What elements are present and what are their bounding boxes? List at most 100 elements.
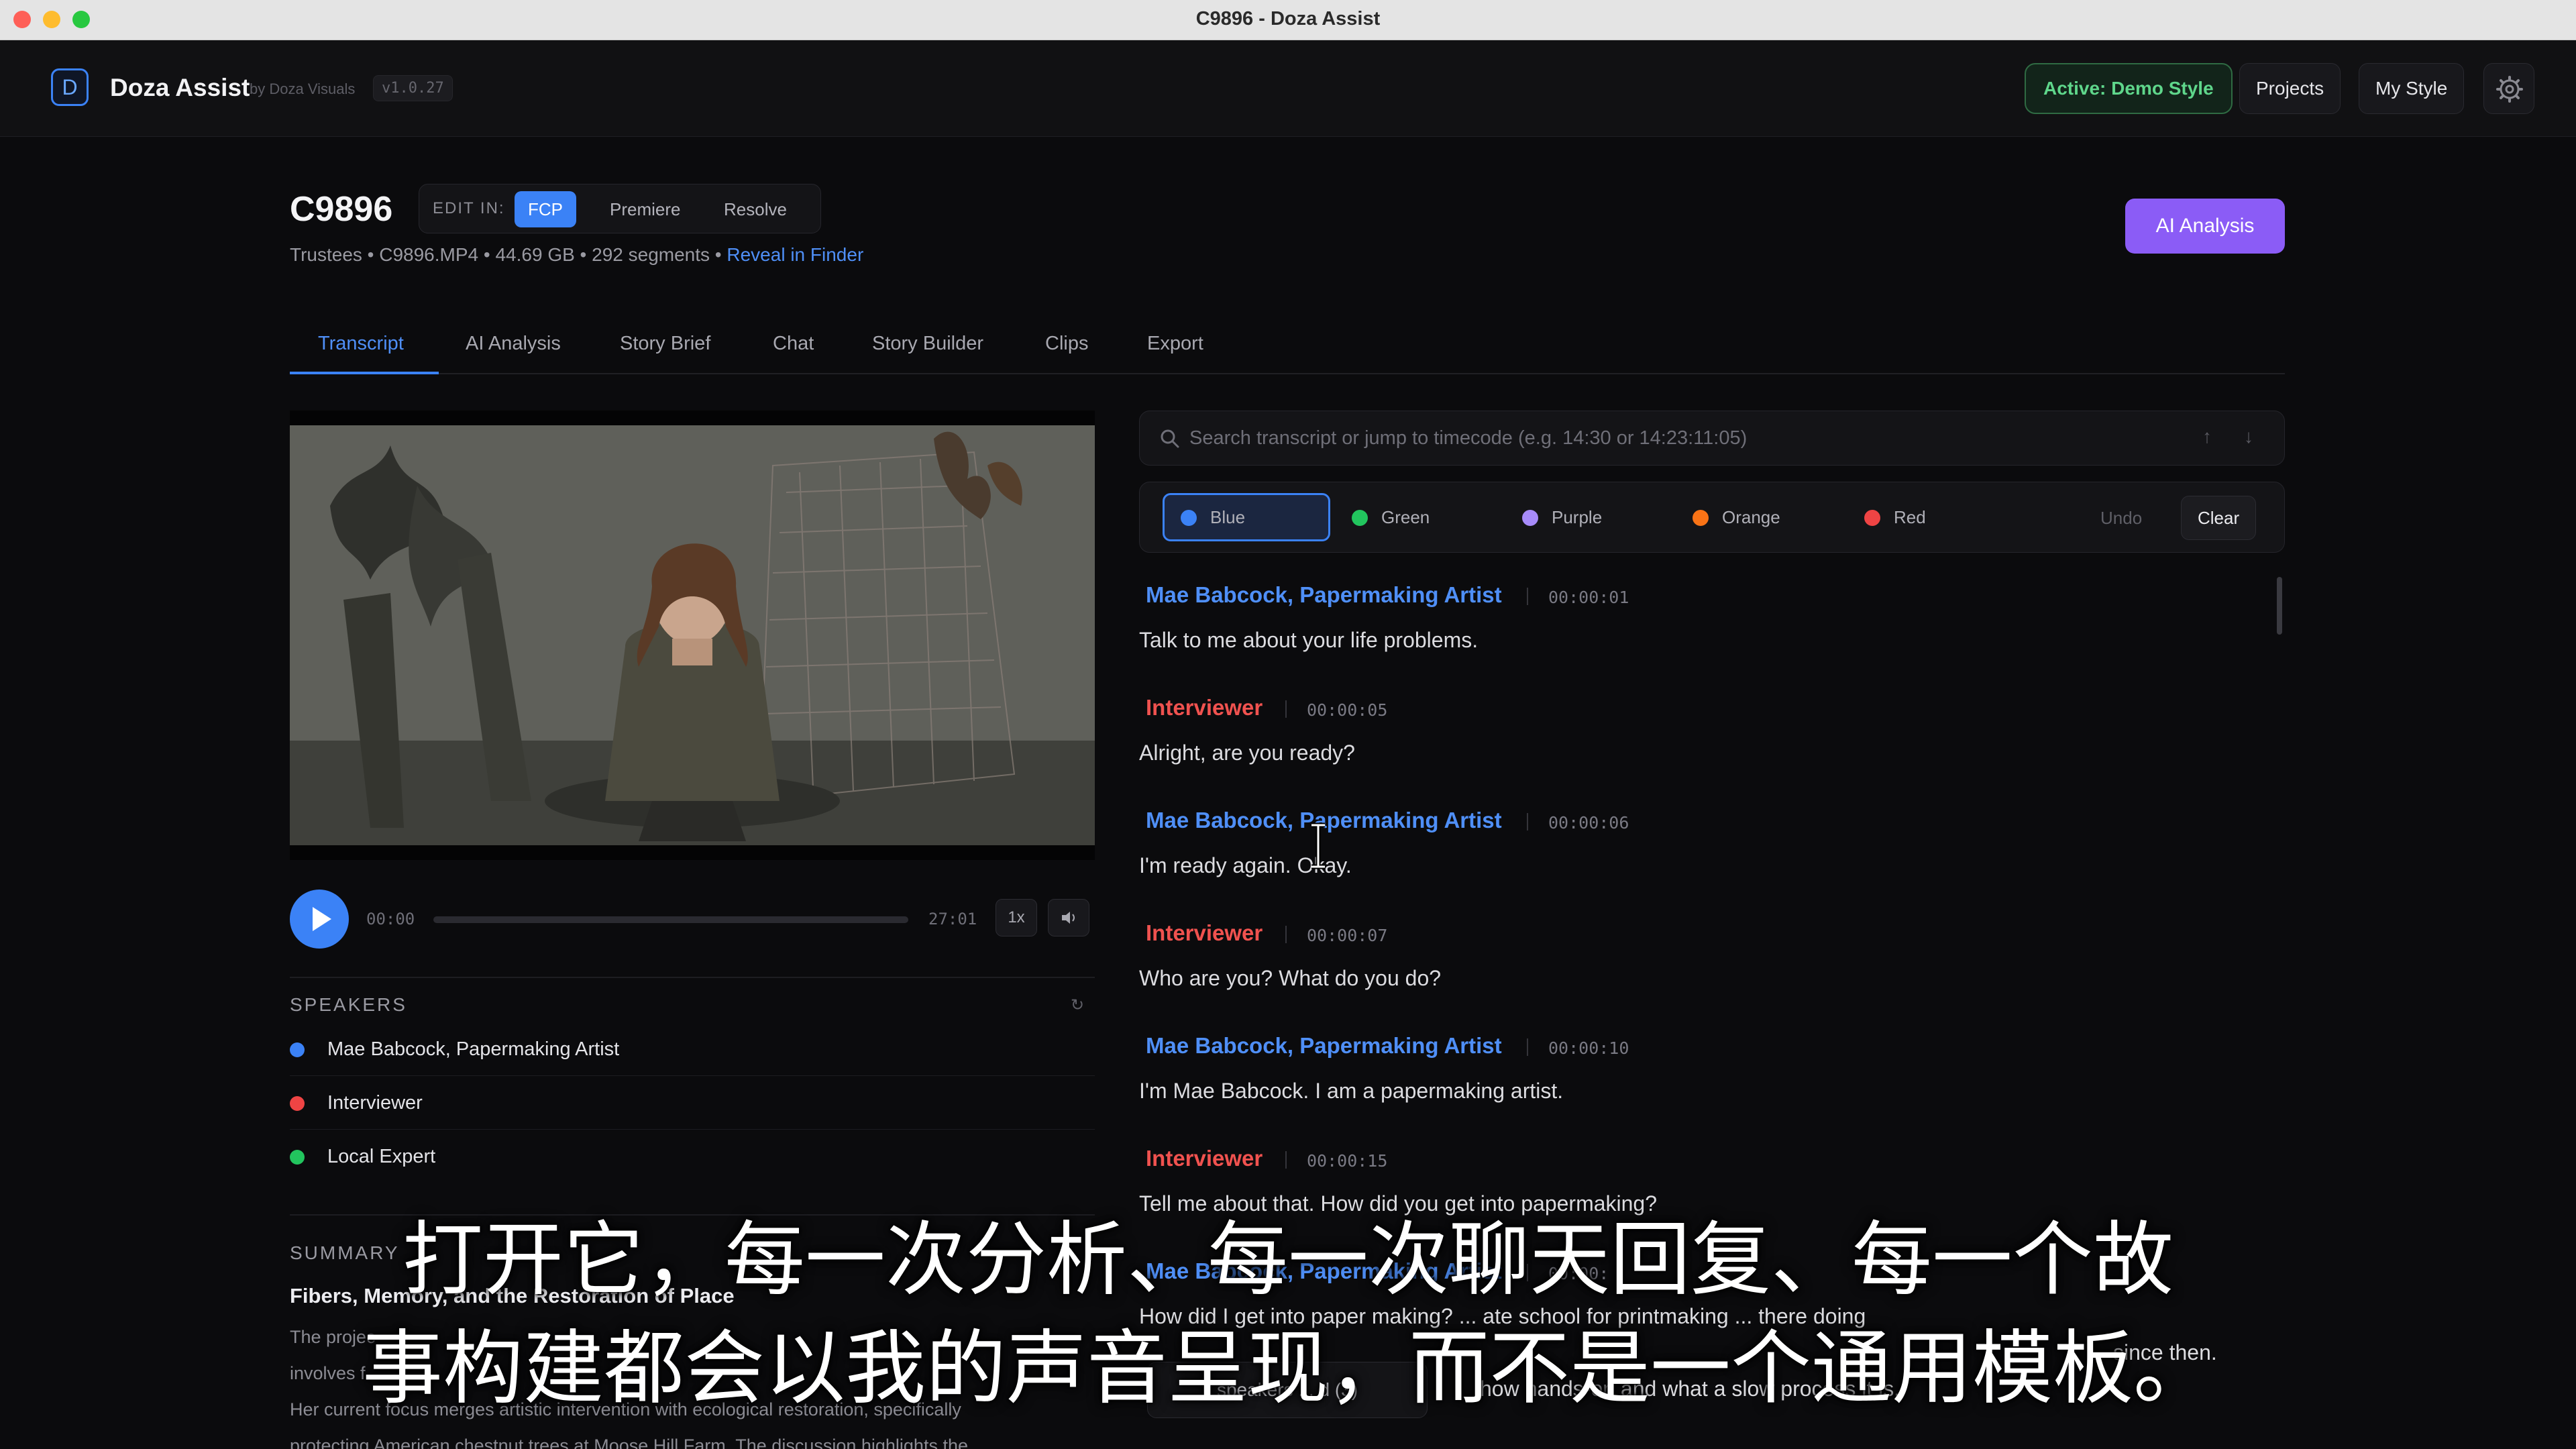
tab-clips[interactable]: Clips — [1045, 333, 1088, 355]
text-cursor-icon — [1311, 822, 1325, 869]
orange-dot — [1693, 510, 1709, 526]
search-prev-icon[interactable]: ↑ — [2202, 426, 2212, 447]
app-name: Doza Assist — [110, 74, 250, 101]
entry-timecode[interactable]: 00:00:15 — [1307, 1151, 1387, 1171]
purple-dot — [1522, 510, 1538, 526]
undo-button[interactable]: Undo — [2084, 496, 2158, 540]
highlight-label: Orange — [1722, 507, 1780, 527]
play-button[interactable] — [290, 890, 349, 949]
transcript-scrollbar[interactable] — [2277, 577, 2282, 635]
settings-button[interactable] — [2483, 63, 2534, 114]
my-style-button[interactable]: My Style — [2359, 63, 2465, 114]
tab-ai-analysis[interactable]: AI Analysis — [466, 333, 561, 355]
highlight-purple-button[interactable]: Purple — [1505, 493, 1666, 541]
search-next-icon[interactable]: ↓ — [2244, 426, 2253, 447]
transcript-search: ↑ ↓ — [1139, 411, 2285, 466]
ai-analysis-button[interactable]: AI Analysis — [2125, 199, 2285, 254]
refresh-speakers-icon[interactable]: ↻ — [1071, 996, 1084, 1015]
app-byline: by Doza Visuals — [250, 80, 356, 97]
reveal-in-finder-link[interactable]: Reveal in Finder — [727, 244, 863, 265]
version-badge: v1.0.27 — [373, 75, 453, 101]
speaker-name: Local Expert — [327, 1146, 436, 1167]
highlight-orange-button[interactable]: Orange — [1675, 493, 1836, 541]
highlight-label: Blue — [1210, 507, 1246, 527]
summary-line: protecting American chestnut trees at Mo… — [290, 1436, 968, 1449]
highlight-blue-button[interactable]: Blue — [1163, 493, 1330, 541]
edit-in-selector: EDIT IN: FCP Premiere Resolve — [419, 184, 821, 233]
window-titlebar: C9896 - Doza Assist — [0, 0, 2576, 40]
entry-separator — [1527, 813, 1528, 830]
entry-speaker[interactable]: Interviewer — [1146, 920, 1263, 946]
green-dot — [1352, 510, 1368, 526]
app-header: D Doza Assist by Doza Visuals v1.0.27 Ac… — [0, 40, 2576, 137]
highlight-label: Green — [1381, 507, 1430, 527]
tab-transcript[interactable]: Transcript — [318, 333, 404, 355]
edit-in-label: EDIT IN: — [433, 199, 505, 217]
entry-speaker[interactable]: Mae Babcock, Papermaking Artist — [1146, 582, 1502, 608]
edit-in-fcp-button[interactable]: FCP — [515, 191, 576, 227]
entry-text[interactable]: Alright, are you ready? — [1139, 741, 1355, 765]
transcript-entry[interactable]: Interviewer 00:00:05 Alright, are you re… — [1139, 683, 2279, 796]
subtitle-line: 打开它，每一次分析、每一次聊天回复、每一个故 — [402, 1214, 2174, 1307]
active-style-button[interactable]: Active: Demo Style — [2025, 63, 2233, 114]
search-input[interactable] — [1189, 413, 2209, 464]
speaker-row[interactable]: Interviewer — [290, 1076, 1095, 1130]
entry-timecode[interactable]: 00:00:06 — [1548, 813, 1629, 833]
tab-story-brief[interactable]: Story Brief — [620, 333, 710, 355]
tab-story-builder[interactable]: Story Builder — [872, 333, 983, 355]
volume-button[interactable] — [1048, 899, 1089, 936]
tab-chat[interactable]: Chat — [773, 333, 814, 355]
highlight-label: Red — [1894, 507, 1926, 527]
main-tabs: Transcript AI Analysis Story Brief Chat … — [290, 327, 2285, 374]
playback-speed-button[interactable]: 1x — [996, 899, 1037, 936]
speakers-title: SPEAKERS — [290, 994, 407, 1015]
player-controls: 00:00 27:01 1x — [290, 887, 1095, 951]
search-icon — [1161, 429, 1179, 448]
speaker-row[interactable]: Mae Babcock, Papermaking Artist — [290, 1022, 1095, 1076]
edit-in-resolve-button[interactable]: Resolve — [710, 191, 800, 227]
highlight-green-button[interactable]: Green — [1334, 493, 1495, 541]
entry-text[interactable]: Who are you? What do you do? — [1139, 966, 1441, 991]
entry-separator — [1285, 700, 1287, 718]
highlight-red-button[interactable]: Red — [1847, 493, 1981, 541]
entry-separator — [1285, 926, 1287, 943]
gear-icon — [2496, 76, 2523, 103]
transcript-entry[interactable]: Interviewer 00:00:07 Who are you? What d… — [1139, 908, 2279, 1021]
entry-speaker[interactable]: Mae Babcock, Papermaking Artist — [1146, 1033, 1502, 1059]
transcript-entry[interactable]: Mae Babcock, Papermaking Artist 00:00:10… — [1139, 1021, 2279, 1134]
highlight-label: Purple — [1552, 507, 1603, 527]
speaker-color-dot — [290, 1096, 305, 1111]
video-player[interactable] — [290, 411, 1095, 860]
entry-timecode[interactable]: 00:00:05 — [1307, 700, 1387, 720]
entry-separator — [1527, 588, 1528, 605]
app-logo-icon: D — [51, 68, 89, 106]
video-still-image — [290, 425, 1095, 845]
speaker-icon — [1062, 912, 1075, 924]
speaker-name: Mae Babcock, Papermaking Artist — [327, 1038, 620, 1060]
window-title: C9896 - Doza Assist — [1195, 8, 1381, 30]
projects-button[interactable]: Projects — [2239, 63, 2341, 114]
speaker-row[interactable]: Local Expert — [290, 1130, 1095, 1183]
scrubber-bar[interactable] — [433, 916, 908, 923]
current-time: 00:00 — [366, 910, 415, 928]
speaker-color-dot — [290, 1042, 305, 1057]
active-tab-indicator — [290, 372, 439, 374]
entry-text[interactable]: I'm Mae Babcock. I am a papermaking arti… — [1139, 1079, 1563, 1104]
transcript-entry[interactable]: Mae Babcock, Papermaking Artist 00:00:01… — [1139, 570, 2279, 683]
edit-in-premiere-button[interactable]: Premiere — [596, 191, 694, 227]
speaker-color-dot — [290, 1150, 305, 1165]
entry-timecode[interactable]: 00:00:07 — [1307, 926, 1387, 945]
entry-speaker[interactable]: Interviewer — [1146, 695, 1263, 720]
blue-dot — [1181, 510, 1197, 526]
duration-time: 27:01 — [928, 910, 977, 928]
tab-export[interactable]: Export — [1147, 333, 1203, 355]
entry-timecode[interactable]: 00:00:01 — [1548, 588, 1629, 607]
entry-speaker[interactable]: Interviewer — [1146, 1146, 1263, 1171]
entry-text[interactable]: Talk to me about your life problems. — [1139, 628, 1478, 653]
subtitle-line: 事构建都会以我的声音呈现，而不是一个通用模板。 — [362, 1322, 2214, 1415]
clear-button[interactable]: Clear — [2181, 496, 2257, 540]
red-dot — [1864, 510, 1880, 526]
divider — [290, 977, 1095, 978]
entry-timecode[interactable]: 00:00:10 — [1548, 1038, 1629, 1058]
project-title: C9896 — [290, 190, 393, 229]
